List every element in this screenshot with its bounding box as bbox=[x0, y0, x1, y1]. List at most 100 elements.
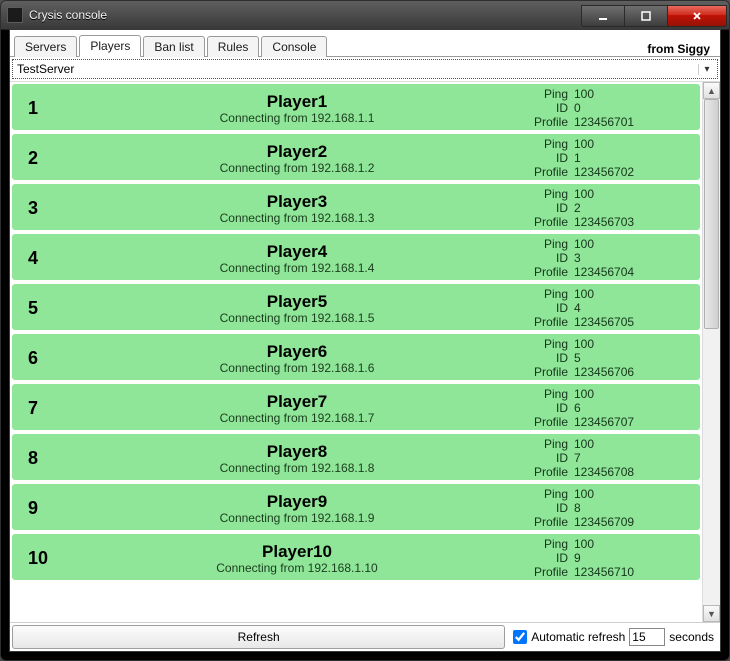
stat-label-ping: Ping bbox=[520, 338, 568, 352]
stat-label-id: ID bbox=[520, 152, 568, 166]
scroll-up-button[interactable]: ▲ bbox=[703, 82, 720, 99]
stat-label-ping: Ping bbox=[520, 188, 568, 202]
player-center: Player2Connecting from 192.168.1.2 bbox=[74, 143, 520, 175]
player-row[interactable]: 6Player6Connecting from 192.168.1.6Ping 1… bbox=[12, 334, 700, 380]
player-row[interactable]: 4Player4Connecting from 192.168.1.4Ping1… bbox=[12, 234, 700, 280]
player-connect-text: Connecting from 192.168.1.5 bbox=[74, 311, 520, 325]
player-row[interactable]: 8Player8Connecting from 192.168.1.8Ping1… bbox=[12, 434, 700, 480]
player-connect-text: Connecting from 192.168.1.1 bbox=[74, 111, 520, 125]
stat-label-ping: Ping bbox=[520, 138, 568, 152]
scrollbar-track[interactable] bbox=[703, 99, 720, 605]
player-row[interactable]: 5Player5Connecting from 192.168.1.5Ping1… bbox=[12, 284, 700, 330]
refresh-button-label: Refresh bbox=[238, 630, 280, 644]
stat-value-id: 0 bbox=[574, 102, 690, 116]
tab-console[interactable]: Console bbox=[261, 36, 327, 57]
player-row[interactable]: 9Player9Connecting from 192.168.1.9Ping 1… bbox=[12, 484, 700, 530]
vertical-scrollbar[interactable]: ▲ ▼ bbox=[702, 82, 720, 622]
stat-value-ping: 100 bbox=[574, 288, 690, 302]
player-stats: Ping100ID5Profile123456706 bbox=[520, 338, 690, 379]
player-center: Player7Connecting from 192.168.1.7 bbox=[74, 393, 520, 425]
stat-label-profile: Profile bbox=[520, 366, 568, 380]
stat-value-profile: 123456709 bbox=[574, 516, 690, 530]
stat-label-id: ID bbox=[520, 402, 568, 416]
stat-value-profile: 123456706 bbox=[574, 366, 690, 380]
window-title: Crysis console bbox=[29, 8, 582, 22]
player-name: Player7 bbox=[74, 393, 520, 411]
player-index: 8 bbox=[18, 448, 74, 469]
tab-servers[interactable]: Servers bbox=[14, 36, 77, 57]
stat-label-profile: Profile bbox=[520, 566, 568, 580]
player-row[interactable]: 3Player3Connecting from 192.168.1.3Ping1… bbox=[12, 184, 700, 230]
refresh-interval-input[interactable] bbox=[629, 628, 665, 646]
auto-refresh-checkbox[interactable] bbox=[513, 630, 527, 644]
player-row[interactable]: 7Player7Connecting from 192.168.1.7Ping1… bbox=[12, 384, 700, 430]
stat-label-ping: Ping bbox=[520, 238, 568, 252]
player-name: Player2 bbox=[74, 143, 520, 161]
player-connect-text: Connecting from 192.168.1.6 bbox=[74, 361, 520, 375]
maximize-button[interactable] bbox=[624, 5, 668, 27]
player-row[interactable]: 10Player10Connecting from 192.168.1.10Pi… bbox=[12, 534, 700, 580]
tab-players[interactable]: Players bbox=[79, 35, 141, 57]
stat-value-profile: 123456710 bbox=[574, 566, 690, 580]
stat-label-id: ID bbox=[520, 102, 568, 116]
server-select[interactable]: TestServer ▾ bbox=[12, 59, 718, 79]
player-name: Player6 bbox=[74, 343, 520, 361]
auto-refresh-group: Automatic refresh seconds bbox=[509, 625, 718, 649]
player-list-area: 1Player1Connecting from 192.168.1.1Ping1… bbox=[10, 81, 720, 622]
player-center: Player9Connecting from 192.168.1.9 bbox=[74, 493, 520, 525]
player-stats: Ping100ID4Profile123456705 bbox=[520, 288, 690, 329]
stat-value-id: 6 bbox=[574, 402, 690, 416]
stat-value-id: 1 bbox=[574, 152, 690, 166]
player-connect-text: Connecting from 192.168.1.9 bbox=[74, 511, 520, 525]
player-name: Player8 bbox=[74, 443, 520, 461]
stat-label-profile: Profile bbox=[520, 116, 568, 130]
stat-label-id: ID bbox=[520, 202, 568, 216]
stat-label-profile: Profile bbox=[520, 516, 568, 530]
player-stats: Ping100ID1Profile123456702 bbox=[520, 138, 690, 179]
stat-value-profile: 123456701 bbox=[574, 116, 690, 130]
stat-value-id: 3 bbox=[574, 252, 690, 266]
player-name: Player10 bbox=[74, 543, 520, 561]
scroll-down-button[interactable]: ▼ bbox=[703, 605, 720, 622]
stat-label-profile: Profile bbox=[520, 316, 568, 330]
tab-ban-list[interactable]: Ban list bbox=[143, 36, 204, 57]
stat-label-id: ID bbox=[520, 352, 568, 366]
stat-value-profile: 123456704 bbox=[574, 266, 690, 280]
player-connect-text: Connecting from 192.168.1.4 bbox=[74, 261, 520, 275]
stat-value-ping: 100 bbox=[574, 488, 690, 502]
tab-rules[interactable]: Rules bbox=[207, 36, 260, 57]
stat-value-profile: 123456705 bbox=[574, 316, 690, 330]
stat-label-id: ID bbox=[520, 502, 568, 516]
window-controls bbox=[582, 5, 727, 25]
player-stats: Ping100ID9Profile123456710 bbox=[520, 538, 690, 579]
player-stats: Ping100ID7Profile123456708 bbox=[520, 438, 690, 479]
player-name: Player9 bbox=[74, 493, 520, 511]
seconds-label: seconds bbox=[669, 630, 714, 644]
player-center: Player1Connecting from 192.168.1.1 bbox=[74, 93, 520, 125]
app-window: Crysis console Servers Players Ban list … bbox=[0, 0, 730, 661]
stat-value-profile: 123456702 bbox=[574, 166, 690, 180]
scrollbar-thumb[interactable] bbox=[704, 99, 719, 329]
player-index: 6 bbox=[18, 348, 74, 369]
stat-label-ping: Ping bbox=[520, 538, 568, 552]
stat-label-profile: Profile bbox=[520, 466, 568, 480]
stat-value-id: 7 bbox=[574, 452, 690, 466]
player-index: 1 bbox=[18, 98, 74, 119]
stat-label-profile: Profile bbox=[520, 416, 568, 430]
stat-value-ping: 100 bbox=[574, 338, 690, 352]
stat-value-profile: 123456707 bbox=[574, 416, 690, 430]
stat-label-ping: Ping bbox=[520, 388, 568, 402]
player-row[interactable]: 2Player2Connecting from 192.168.1.2Ping1… bbox=[12, 134, 700, 180]
stat-value-ping: 100 bbox=[574, 188, 690, 202]
stat-value-profile: 123456703 bbox=[574, 216, 690, 230]
stat-label-id: ID bbox=[520, 302, 568, 316]
stat-value-id: 4 bbox=[574, 302, 690, 316]
close-button[interactable] bbox=[667, 5, 727, 27]
stat-label-profile: Profile bbox=[520, 266, 568, 280]
player-index: 9 bbox=[18, 498, 74, 519]
refresh-button[interactable]: Refresh bbox=[12, 625, 505, 649]
minimize-button[interactable] bbox=[581, 5, 625, 27]
stat-label-ping: Ping bbox=[520, 488, 568, 502]
player-row[interactable]: 1Player1Connecting from 192.168.1.1Ping1… bbox=[12, 84, 700, 130]
stat-value-ping: 100 bbox=[574, 138, 690, 152]
